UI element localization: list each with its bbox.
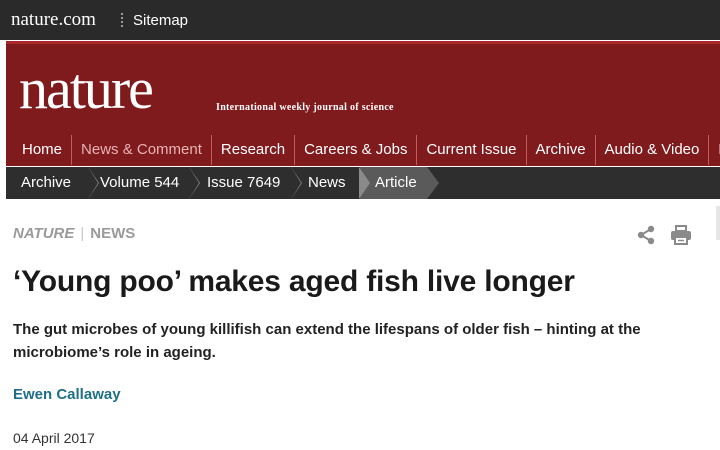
masthead: nature International weekly journal of s…	[6, 41, 720, 166]
nav-item-research[interactable]: Research	[212, 135, 296, 165]
breadcrumb-news[interactable]: News	[308, 167, 346, 199]
breadcrumb: Archive Volume 544 Issue 7649 News Artic…	[6, 167, 720, 199]
breadcrumb-article: Article	[375, 174, 417, 191]
article-standfirst: The gut microbes of young killifish can …	[13, 321, 641, 361]
journal-tagline: International weekly journal of science	[216, 102, 394, 113]
kicker-journal: NATURE	[13, 225, 75, 242]
kicker-section[interactable]: NEWS	[90, 225, 135, 242]
top-site-bar: nature.com Sitemap	[0, 0, 720, 40]
article-kicker: NATURE | NEWS	[13, 225, 135, 242]
nav-item-archive[interactable]: Archive	[527, 135, 596, 165]
breadcrumb-separator-icon	[359, 167, 370, 199]
page-edge	[716, 206, 720, 240]
nav-item-home[interactable]: Home	[6, 135, 73, 165]
top-bar-divider	[121, 13, 123, 27]
breadcrumb-separator-fill	[88, 167, 98, 199]
article-headline: ‘Young poo’ makes aged fish live longer	[13, 265, 575, 298]
main-navigation: Home News & Comment Research Careers & J…	[6, 135, 720, 165]
kicker-separator: |	[80, 225, 85, 242]
nav-item-truncated[interactable]: Fo	[709, 135, 720, 165]
print-icon[interactable]	[670, 225, 692, 245]
article-author-link[interactable]: Ewen Callaway	[13, 386, 121, 403]
breadcrumb-current-arrow	[427, 167, 439, 199]
nature-logo[interactable]: nature	[19, 60, 154, 118]
breadcrumb-issue[interactable]: Issue 7649	[207, 167, 280, 199]
sitemap-link[interactable]: Sitemap	[133, 12, 188, 29]
breadcrumb-archive[interactable]: Archive	[21, 167, 71, 199]
article-date: 04 April 2017	[13, 430, 95, 446]
nav-item-audio-video[interactable]: Audio & Video	[596, 135, 710, 165]
breadcrumb-separator-fill	[189, 167, 199, 199]
nav-item-news-comment[interactable]: News & Comment	[72, 135, 212, 165]
breadcrumb-separator-fill	[291, 167, 301, 199]
site-home-link[interactable]: nature.com	[11, 9, 96, 31]
breadcrumb-volume[interactable]: Volume 544	[100, 167, 179, 199]
share-icon[interactable]	[636, 225, 656, 245]
nav-item-current-issue[interactable]: Current Issue	[417, 135, 527, 165]
nav-item-careers-jobs[interactable]: Careers & Jobs	[295, 135, 418, 165]
